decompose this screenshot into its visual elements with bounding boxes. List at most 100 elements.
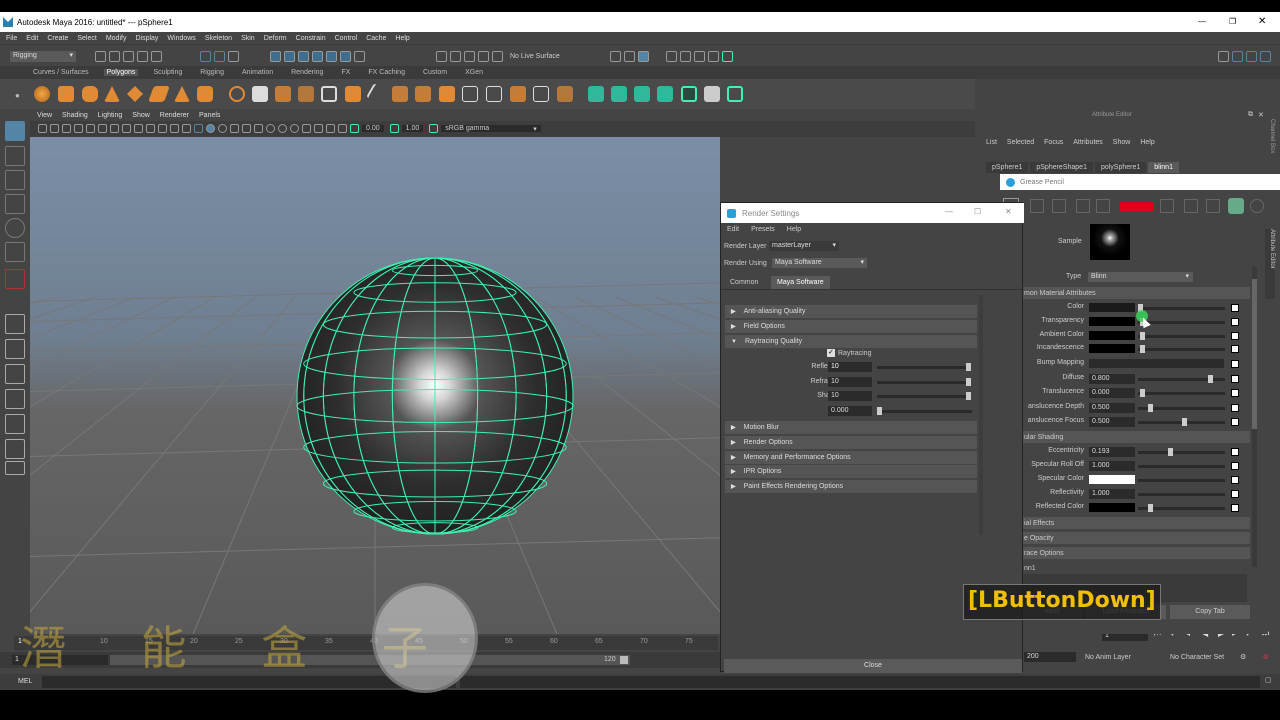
attr-value-field[interactable]: 0.500	[1089, 417, 1135, 427]
render-layer-dropdown[interactable]: masterLayer ▾	[769, 241, 839, 251]
persp-graph-icon[interactable]	[5, 389, 25, 409]
lights-icon[interactable]	[242, 124, 251, 133]
smooth-shade-icon[interactable]	[206, 124, 215, 133]
viewport-menu-lighting[interactable]: Lighting	[98, 112, 123, 119]
rs-section[interactable]: ▶ Render Options	[725, 436, 977, 449]
save-scene-icon[interactable]	[123, 51, 134, 62]
rt-slider[interactable]	[877, 378, 971, 386]
map-button-icon[interactable]	[1231, 318, 1239, 326]
color-swatch[interactable]	[1089, 317, 1135, 326]
workspace-icon[interactable]	[1218, 51, 1229, 62]
rt-slider[interactable]	[877, 363, 971, 371]
select-hierarchy-icon[interactable]	[200, 51, 211, 62]
uv-spherical-icon[interactable]	[634, 86, 650, 102]
fill-hole-icon[interactable]	[462, 86, 478, 102]
move-tool-icon[interactable]	[5, 194, 25, 214]
last-tool-icon[interactable]	[5, 269, 25, 289]
select-tool-icon[interactable]	[5, 121, 25, 141]
attr-value-field[interactable]: 0.000	[1089, 388, 1135, 398]
map-button-icon[interactable]	[1231, 389, 1239, 397]
snap-projected-icon[interactable]	[312, 51, 323, 62]
menu-control[interactable]: Control	[335, 35, 358, 42]
safe-action-icon[interactable]	[170, 124, 179, 133]
shelf-tab-fx[interactable]: FX	[338, 69, 353, 76]
ao-icon[interactable]	[266, 124, 275, 133]
type-dropdown[interactable]: Blinn ▾	[1088, 272, 1193, 282]
slider-handle[interactable]	[1140, 345, 1145, 353]
attr-menu-selected[interactable]: Selected	[1007, 139, 1034, 146]
rotate-tool-icon[interactable]	[5, 218, 25, 238]
lasso-tool-icon[interactable]	[5, 146, 25, 166]
shadows-icon[interactable]	[254, 124, 263, 133]
menu-cache[interactable]: Cache	[366, 35, 386, 42]
map-button-icon[interactable]	[1231, 404, 1239, 412]
persp-outliner-icon[interactable]	[5, 364, 25, 384]
film-gate-icon[interactable]	[122, 124, 131, 133]
shelf-tab-sculpting[interactable]: Sculpting	[150, 69, 185, 76]
menu-windows[interactable]: Windows	[167, 35, 195, 42]
shelf-options-icon[interactable]: ●	[15, 91, 20, 100]
next-frame-icon[interactable]	[1206, 199, 1220, 213]
slider-handle[interactable]	[1148, 504, 1153, 512]
attr-section[interactable]: e Opacity	[1022, 532, 1250, 544]
mel-label[interactable]: MEL	[18, 678, 32, 685]
menu-constrain[interactable]: Constrain	[296, 35, 326, 42]
rs-section[interactable]: ▶ Field Options	[725, 320, 977, 333]
new-scene-icon[interactable]	[95, 51, 106, 62]
spec-slider[interactable]	[1138, 448, 1225, 456]
attr-menu-attributes[interactable]: Attributes	[1073, 139, 1103, 146]
maximize-button[interactable]: ☐	[974, 207, 981, 216]
attribute-editor-toggle-icon[interactable]	[1246, 51, 1257, 62]
slider-handle[interactable]	[966, 378, 971, 386]
menu-deform[interactable]: Deform	[264, 35, 287, 42]
bridge-icon[interactable]	[415, 86, 431, 102]
snap-grid-icon[interactable]	[270, 51, 281, 62]
dof-icon[interactable]	[302, 124, 311, 133]
map-button-icon[interactable]	[1231, 345, 1239, 353]
map-button-icon[interactable]	[1231, 360, 1239, 368]
attr-slider[interactable]	[1138, 389, 1225, 397]
minimize-button[interactable]: —	[1198, 17, 1206, 26]
attr-slider[interactable]	[1138, 332, 1225, 340]
shelf-tab-polygons[interactable]: Polygons	[103, 69, 139, 76]
render-settings-scrollbar[interactable]	[979, 295, 983, 535]
gamma-icon[interactable]	[389, 124, 399, 133]
slider-handle[interactable]	[1140, 389, 1145, 397]
shelf-tab-animation[interactable]: Animation	[239, 69, 276, 76]
shelf-tab-rendering[interactable]: Rendering	[288, 69, 326, 76]
redo-icon[interactable]	[151, 51, 162, 62]
anim-layer-dropdown[interactable]: No Anim Layer	[1085, 654, 1131, 661]
shelf-tab-rigging[interactable]: Rigging	[197, 69, 227, 76]
live-surface-icon[interactable]	[492, 51, 503, 62]
gate-mask-icon[interactable]	[146, 124, 155, 133]
brush-color-swatch[interactable]	[1120, 202, 1154, 211]
grease-pencil-icon[interactable]	[98, 124, 107, 133]
rt-field-input[interactable]: 10	[828, 391, 872, 401]
spec-slider[interactable]	[1138, 462, 1238, 470]
xray-icon[interactable]	[326, 124, 335, 133]
color-swatch[interactable]	[1089, 331, 1135, 340]
map-button-icon[interactable]	[1231, 504, 1239, 512]
rs-section[interactable]: ▶ IPR Options	[725, 465, 977, 478]
poly-torus-icon[interactable]	[127, 86, 143, 102]
channel-box-toggle-icon[interactable]	[1260, 51, 1271, 62]
slider-handle[interactable]	[1208, 375, 1213, 383]
attr-slider[interactable]	[1138, 318, 1225, 326]
snap-view-plane-icon[interactable]	[326, 51, 337, 62]
side-tab[interactable]: Attribute Editor	[1265, 229, 1275, 299]
poly-cone-icon[interactable]	[104, 86, 120, 102]
map-button-icon[interactable]	[1231, 476, 1239, 484]
textured-icon[interactable]	[230, 124, 239, 133]
color-swatch[interactable]	[1089, 303, 1135, 312]
attr-value-field[interactable]: 0.800	[1089, 374, 1135, 384]
map-button-icon[interactable]	[1231, 490, 1239, 498]
layout-more-icon[interactable]	[5, 461, 25, 475]
attr-tab-polysphere1[interactable]: polySphere1	[1094, 162, 1147, 173]
attr-scrollbar[interactable]	[1252, 267, 1257, 567]
undo-icon[interactable]	[137, 51, 148, 62]
menu-file[interactable]: File	[6, 35, 17, 42]
attr-tab-psphere1[interactable]: pSphere1	[986, 162, 1029, 173]
hypershade-persp-icon[interactable]	[5, 414, 25, 434]
snap-lock-icon[interactable]	[354, 51, 365, 62]
viewport-menu-show[interactable]: Show	[132, 112, 150, 119]
